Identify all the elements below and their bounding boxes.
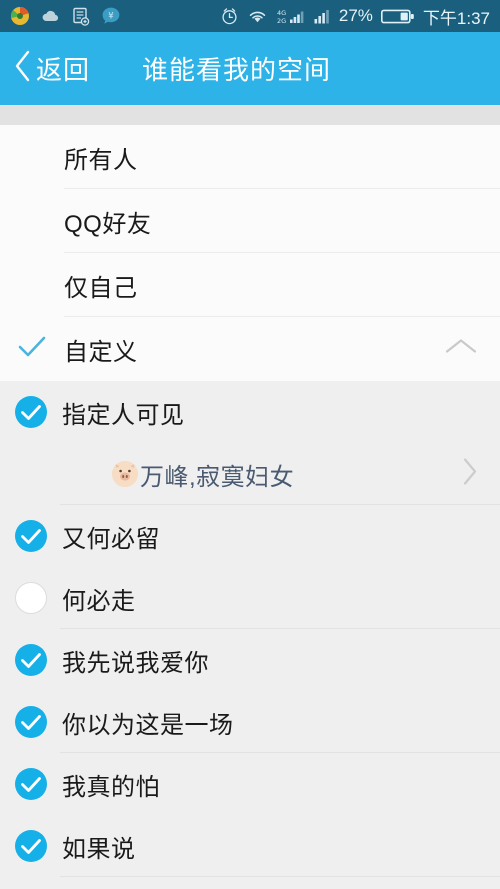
option-label: 所有人 (64, 146, 138, 174)
checkbox-unchecked-icon[interactable] (0, 581, 62, 615)
row-divider (60, 876, 500, 877)
signal-4g-2g-dual-icon: 4G 2G (276, 7, 306, 25)
friend-label: 何必走 (62, 587, 136, 615)
option-label: QQ好友 (64, 210, 152, 238)
option-row-everyone[interactable]: 所有人 (0, 125, 500, 189)
document-sync-icon (72, 7, 90, 26)
signal-bars-icon (314, 8, 331, 24)
friend-label: 我先说我爱你 (62, 649, 209, 677)
app-colorful-icon (10, 6, 30, 26)
option-label: 仅自己 (64, 274, 138, 302)
custom-visibility-section: 指定人可见 万峰,寂寞妇女 又何必留 何必走 我先说我爱你 你以为这是一场 我真… (0, 381, 500, 877)
wifi-icon (247, 8, 268, 24)
battery-percent-label: 27% (338, 6, 373, 25)
svg-text:¥: ¥ (108, 11, 114, 21)
back-label: 返回 (36, 55, 91, 85)
check-icon (17, 334, 47, 365)
friend-label: 又何必留 (62, 525, 160, 553)
checkbox-checked-icon[interactable] (0, 829, 62, 863)
header-gray-spacer (0, 105, 500, 125)
chevron-right-icon[interactable] (460, 456, 480, 493)
checkbox-checked-icon[interactable] (0, 519, 62, 553)
checkbox-checked-icon[interactable] (0, 395, 62, 429)
status-bar-left-icons: ¥ (10, 6, 121, 26)
option-tick-slot (0, 334, 64, 365)
status-bar-right-icons: 4G 2G 27% 下午1:37 (220, 4, 490, 29)
svg-text:2G: 2G (277, 17, 286, 25)
chevron-up-icon[interactable] (444, 337, 478, 362)
cloud-icon (41, 9, 61, 23)
back-button[interactable]: 返回 (12, 49, 90, 88)
pig-face-avatar-icon (112, 461, 138, 487)
phone-screen: ¥ 4G 2G 27% 下午1:37 返回 谁能看我的空间 所有人 QQ好友 仅… (0, 0, 500, 889)
option-label: 自定义 (64, 338, 138, 366)
option-row-custom[interactable]: 自定义 (0, 317, 500, 381)
alarm-clock-icon (220, 7, 239, 26)
page-header: 返回 谁能看我的空间 (0, 32, 500, 105)
qq-wallet-icon: ¥ (101, 6, 121, 26)
friend-row[interactable]: 我先说我爱你 (0, 629, 500, 691)
selected-people-row[interactable]: 万峰,寂寞妇女 (0, 443, 500, 505)
clock-label: 下午1:37 (422, 8, 490, 28)
checkbox-checked-icon[interactable] (0, 643, 62, 677)
checkbox-row-specified-people-visible[interactable]: 指定人可见 (0, 381, 500, 443)
option-row-only-me[interactable]: 仅自己 (0, 253, 500, 317)
visibility-option-list: 所有人 QQ好友 仅自己 自定义 (0, 125, 500, 381)
friend-label: 如果说 (62, 835, 136, 863)
checkbox-label: 指定人可见 (62, 401, 185, 429)
battery-icon (380, 8, 415, 25)
checkbox-checked-icon[interactable] (0, 705, 62, 739)
friend-row[interactable]: 何必走 (0, 567, 500, 629)
page-title: 谁能看我的空间 (142, 55, 332, 85)
status-bar: ¥ 4G 2G 27% 下午1:37 (0, 0, 500, 32)
friend-row[interactable]: 你以为这是一场 (0, 691, 500, 753)
selected-people-names: 万峰,寂寞妇女 (140, 463, 295, 491)
friend-label: 你以为这是一场 (62, 711, 234, 739)
checkbox-checked-icon[interactable] (0, 767, 62, 801)
friend-label: 我真的怕 (62, 773, 160, 801)
option-row-qq-friends[interactable]: QQ好友 (0, 189, 500, 253)
chevron-left-icon (12, 49, 34, 88)
friend-row[interactable]: 又何必留 (0, 505, 500, 567)
friend-row[interactable]: 我真的怕 (0, 753, 500, 815)
friend-row[interactable]: 如果说 (0, 815, 500, 877)
svg-text:4G: 4G (277, 9, 286, 17)
